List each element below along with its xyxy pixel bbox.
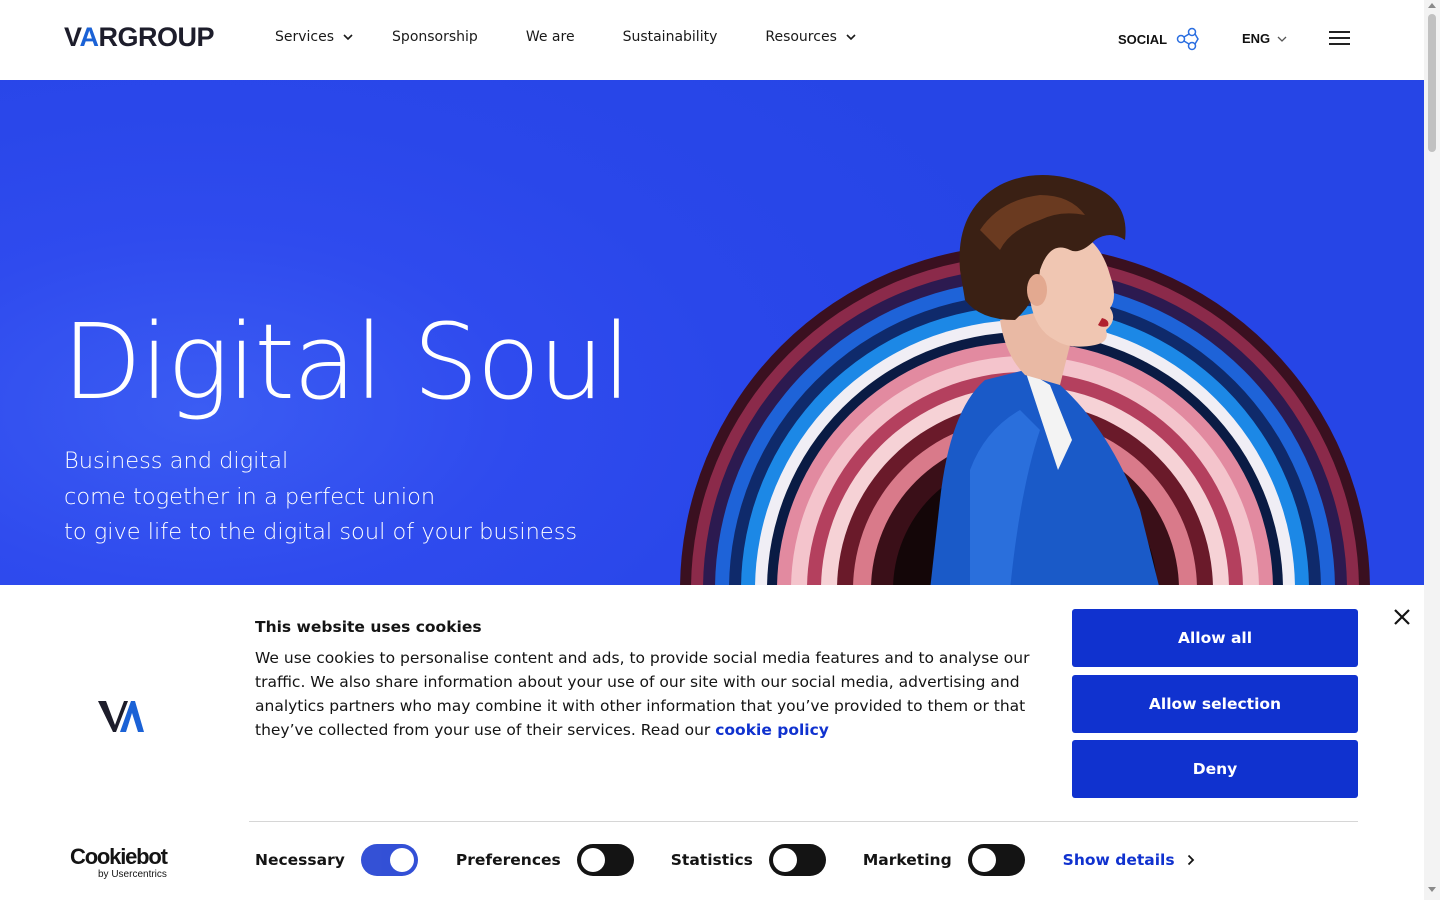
show-details-link[interactable]: Show details <box>1063 851 1195 869</box>
hero-subtitle-line: Business and digital <box>64 448 289 474</box>
nav-label: Services <box>275 29 335 45</box>
allow-selection-button[interactable]: Allow selection <box>1072 675 1358 733</box>
deny-button[interactable]: Deny <box>1072 740 1358 798</box>
nav-item-sustainability[interactable]: Sustainability <box>623 29 718 45</box>
hero-subtitle: Business and digital come together in a … <box>64 444 577 551</box>
nav-item-resources[interactable]: Resources <box>765 29 857 45</box>
nav-item-sponsorship[interactable]: Sponsorship <box>392 29 478 45</box>
logo-text-rest: RGROUP <box>98 22 215 52</box>
hero-subtitle-line: come together in a perfect union <box>64 483 436 510</box>
toggle-label: Preferences <box>455 851 561 869</box>
nav-label: Sustainability <box>622 29 718 45</box>
nav-label: Sponsorship <box>392 29 478 45</box>
site-header: VARGROUP Services Sponsorship We are Sus… <box>0 0 1424 80</box>
language-label: ENG <box>1242 31 1271 46</box>
toggle-marketing[interactable]: Marketing <box>863 844 1025 876</box>
page-scrollbar[interactable] <box>1424 0 1440 900</box>
cookiebot-logo[interactable]: Cookiebot by Usercentrics <box>70 844 168 881</box>
social-button[interactable]: SOCIAL <box>1118 26 1201 52</box>
statistics-switch[interactable] <box>768 844 826 876</box>
toggle-necessary[interactable]: Necessary <box>255 844 418 876</box>
allow-all-button[interactable]: Allow all <box>1072 609 1358 667</box>
close-icon[interactable] <box>1393 608 1411 626</box>
chevron-right-icon <box>1187 854 1194 866</box>
va-logo-icon <box>98 701 144 732</box>
nav-label: Resources <box>765 29 837 45</box>
cookie-category-toggles: Necessary Preferences Statistics Marketi… <box>255 844 1195 876</box>
nav-label: We are <box>525 29 575 45</box>
social-network-icon <box>1176 27 1199 51</box>
switch-knob <box>772 848 797 872</box>
hero-portrait-illustration <box>680 175 1370 585</box>
cookie-consent-banner: This website uses cookies We use cookies… <box>0 585 1424 900</box>
scroll-down-arrow-icon[interactable] <box>1428 887 1436 892</box>
hero-banner: Digital Soul Business and digital come t… <box>0 80 1424 585</box>
cookie-description-text: We use cookies to personalise content an… <box>255 649 1030 739</box>
nav-item-services[interactable]: Services <box>275 29 354 45</box>
switch-knob <box>580 848 605 872</box>
toggle-label: Marketing <box>862 851 952 869</box>
logo-letter-a: A <box>79 22 100 52</box>
toggle-preferences[interactable]: Preferences <box>456 844 634 876</box>
logo-letter-v: V <box>64 22 80 52</box>
chevron-down-icon <box>1277 36 1287 42</box>
language-selector[interactable]: ENG <box>1242 31 1288 46</box>
vargroup-logo[interactable]: VARGROUP <box>64 22 215 53</box>
hero-title: Digital Soul <box>62 301 631 423</box>
hero-subtitle-line: to give life to the digital soul of your… <box>64 519 578 545</box>
toggle-label: Necessary <box>255 851 345 869</box>
hamburger-menu-icon[interactable] <box>1329 31 1350 47</box>
cookiebot-by: by Usercentrics <box>98 869 167 880</box>
cookie-policy-link[interactable]: cookie policy <box>715 721 829 739</box>
necessary-switch[interactable] <box>360 844 418 876</box>
chevron-down-icon <box>343 34 353 41</box>
scroll-up-arrow-icon[interactable] <box>1428 3 1436 8</box>
social-label: SOCIAL <box>1118 31 1168 47</box>
nav-item-we-are[interactable]: We are <box>526 29 575 45</box>
switch-knob <box>971 848 996 872</box>
toggle-label: Statistics <box>670 851 753 869</box>
scrollbar-thumb[interactable] <box>1428 14 1436 152</box>
cookie-divider <box>249 821 1358 822</box>
switch-knob <box>389 848 414 872</box>
show-details-label: Show details <box>1062 851 1175 869</box>
cookie-title: This website uses cookies <box>255 618 482 636</box>
cookie-description: We use cookies to personalise content an… <box>255 646 1045 742</box>
chevron-down-icon <box>846 34 856 41</box>
preferences-switch[interactable] <box>576 844 634 876</box>
main-nav: Services Sponsorship We are Sustainabili… <box>275 29 857 45</box>
cookiebot-name: Cookiebot <box>70 844 168 869</box>
toggle-statistics[interactable]: Statistics <box>671 844 826 876</box>
marketing-switch[interactable] <box>967 844 1025 876</box>
